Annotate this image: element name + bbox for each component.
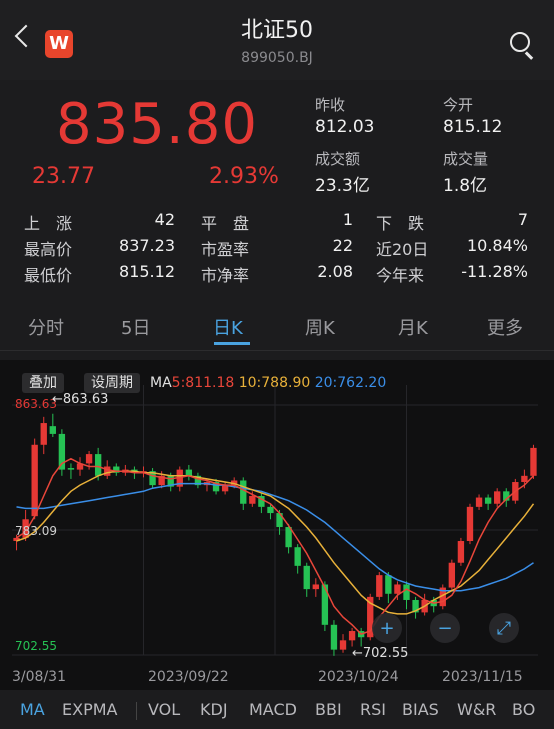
d20-label: 近20日 <box>376 240 429 259</box>
candle-body <box>348 631 356 641</box>
candle-body <box>49 426 56 434</box>
ind-kdj[interactable]: KDJ <box>200 700 228 719</box>
y-axis-max-label: 863.63 <box>15 397 57 411</box>
min-price-marker: ←702.55 <box>352 646 408 661</box>
ind-wr[interactable]: W&R <box>457 700 496 719</box>
pb-value: 2.08 <box>317 262 353 281</box>
search-icon[interactable] <box>510 32 530 52</box>
candle-body <box>394 584 401 594</box>
prev-close-label: 昨收 <box>315 96 346 114</box>
pe-label: 市盈率 <box>201 240 250 259</box>
candle-body <box>294 547 301 566</box>
period-tabs: 分时 5日 日K 周K 月K 更多 <box>0 306 554 346</box>
x-axis-label: 2023/11/15 <box>442 669 523 685</box>
candle-body <box>448 562 456 588</box>
rise-value: 42 <box>154 210 175 229</box>
candle-body <box>267 506 274 514</box>
security-code: 899050.BJ <box>241 50 313 66</box>
x-axis-label: 3/08/31 <box>12 669 66 685</box>
pe-value: 22 <box>332 236 353 255</box>
d20-value: 10.84% <box>466 236 528 255</box>
kline-chart[interactable]: 叠加 设周期 MA5:811.18 10:788.90 20:762.20 86… <box>0 360 554 690</box>
candle-body <box>312 584 319 590</box>
kline-svg: 863.63 783.09 702.55 ←863.63 ←702.55 3/08/31 2… <box>12 385 538 685</box>
tab-5day[interactable]: 5日 <box>121 314 150 340</box>
candle-body <box>457 541 465 563</box>
candle-body <box>475 497 483 507</box>
pb-label: 市净率 <box>201 266 250 285</box>
x-axis-label: 2023/09/22 <box>148 669 229 685</box>
x-axis-label: 2023/10/24 <box>318 669 399 685</box>
candle-body <box>530 447 537 476</box>
max-price-marker: ←863.63 <box>52 392 108 407</box>
candle-body <box>484 497 492 504</box>
ind-ma[interactable]: MA <box>20 700 45 719</box>
candle-body <box>385 575 392 594</box>
ind-macd[interactable]: MACD <box>249 700 297 719</box>
current-price: 835.80 <box>56 92 258 157</box>
candle-body <box>185 469 193 476</box>
low-value: 815.12 <box>119 262 175 281</box>
candle-body <box>494 491 501 504</box>
y-axis-min-label: 702.55 <box>15 639 57 653</box>
fullscreen-icon: ⤢ <box>497 618 512 639</box>
candle-body <box>376 575 383 597</box>
candle-body <box>466 506 474 542</box>
volume-value: 1.8亿 <box>443 176 488 196</box>
page-title: 北证50 <box>241 18 313 43</box>
low-label: 最低价 <box>24 266 73 285</box>
volume-label: 成交量 <box>443 150 489 168</box>
ind-bo[interactable]: BO <box>512 700 535 719</box>
candle-body <box>339 640 347 650</box>
tab-more[interactable]: 更多 <box>487 314 523 340</box>
candle-body <box>330 624 338 650</box>
turnover-value: 23.3亿 <box>315 176 370 196</box>
ind-expma[interactable]: EXPMA <box>62 700 117 719</box>
ind-bias[interactable]: BIAS <box>402 700 439 719</box>
candle-body <box>104 466 111 476</box>
flat-value: 1 <box>342 210 353 229</box>
tab-weekly-k[interactable]: 周K <box>305 314 335 340</box>
price-change-pct: 2.93% <box>209 164 279 189</box>
zoom-in-icon: + <box>379 618 394 639</box>
ind-bbi[interactable]: BBI <box>315 700 342 719</box>
open-label: 今开 <box>443 96 474 114</box>
candle-body <box>240 480 247 504</box>
fall-label: 下 跌 <box>376 214 425 233</box>
y-axis-mid-label: 783.09 <box>15 524 57 538</box>
high-value: 837.23 <box>119 236 175 255</box>
candle-body <box>94 454 102 476</box>
candle-body <box>249 495 256 504</box>
price-change: 23.77 <box>32 164 95 189</box>
open-value: 815.12 <box>443 117 503 137</box>
active-tab-indicator <box>214 342 250 345</box>
zoom-out-icon: − <box>437 618 452 639</box>
candle-body <box>303 565 310 590</box>
candle-body <box>67 468 75 470</box>
tab-daily-k[interactable]: 日K <box>213 314 243 340</box>
candle-body <box>85 454 93 464</box>
candle-body <box>31 444 38 517</box>
indicator-bar: MA EXPMA VOL KDJ MACD BBI RSI BIAS W&R B… <box>0 696 554 729</box>
candle-body <box>40 423 47 445</box>
prev-close-value: 812.03 <box>315 117 375 137</box>
ytd-label: 今年来 <box>376 266 425 285</box>
ind-vol[interactable]: VOL <box>148 700 180 719</box>
flat-label: 平 盘 <box>201 214 250 233</box>
candle-body <box>521 475 528 483</box>
fall-value: 7 <box>517 210 528 229</box>
divider <box>0 350 554 351</box>
tab-monthly-k[interactable]: 月K <box>398 314 428 340</box>
ind-rsi[interactable]: RSI <box>360 700 386 719</box>
ytd-value: -11.28% <box>461 262 528 281</box>
rise-label: 上 涨 <box>24 214 73 233</box>
candle-body <box>403 584 410 600</box>
indicator-separator <box>136 702 137 720</box>
turnover-label: 成交额 <box>315 150 361 168</box>
high-label: 最高价 <box>24 240 73 259</box>
tab-intraday[interactable]: 分时 <box>28 314 64 340</box>
